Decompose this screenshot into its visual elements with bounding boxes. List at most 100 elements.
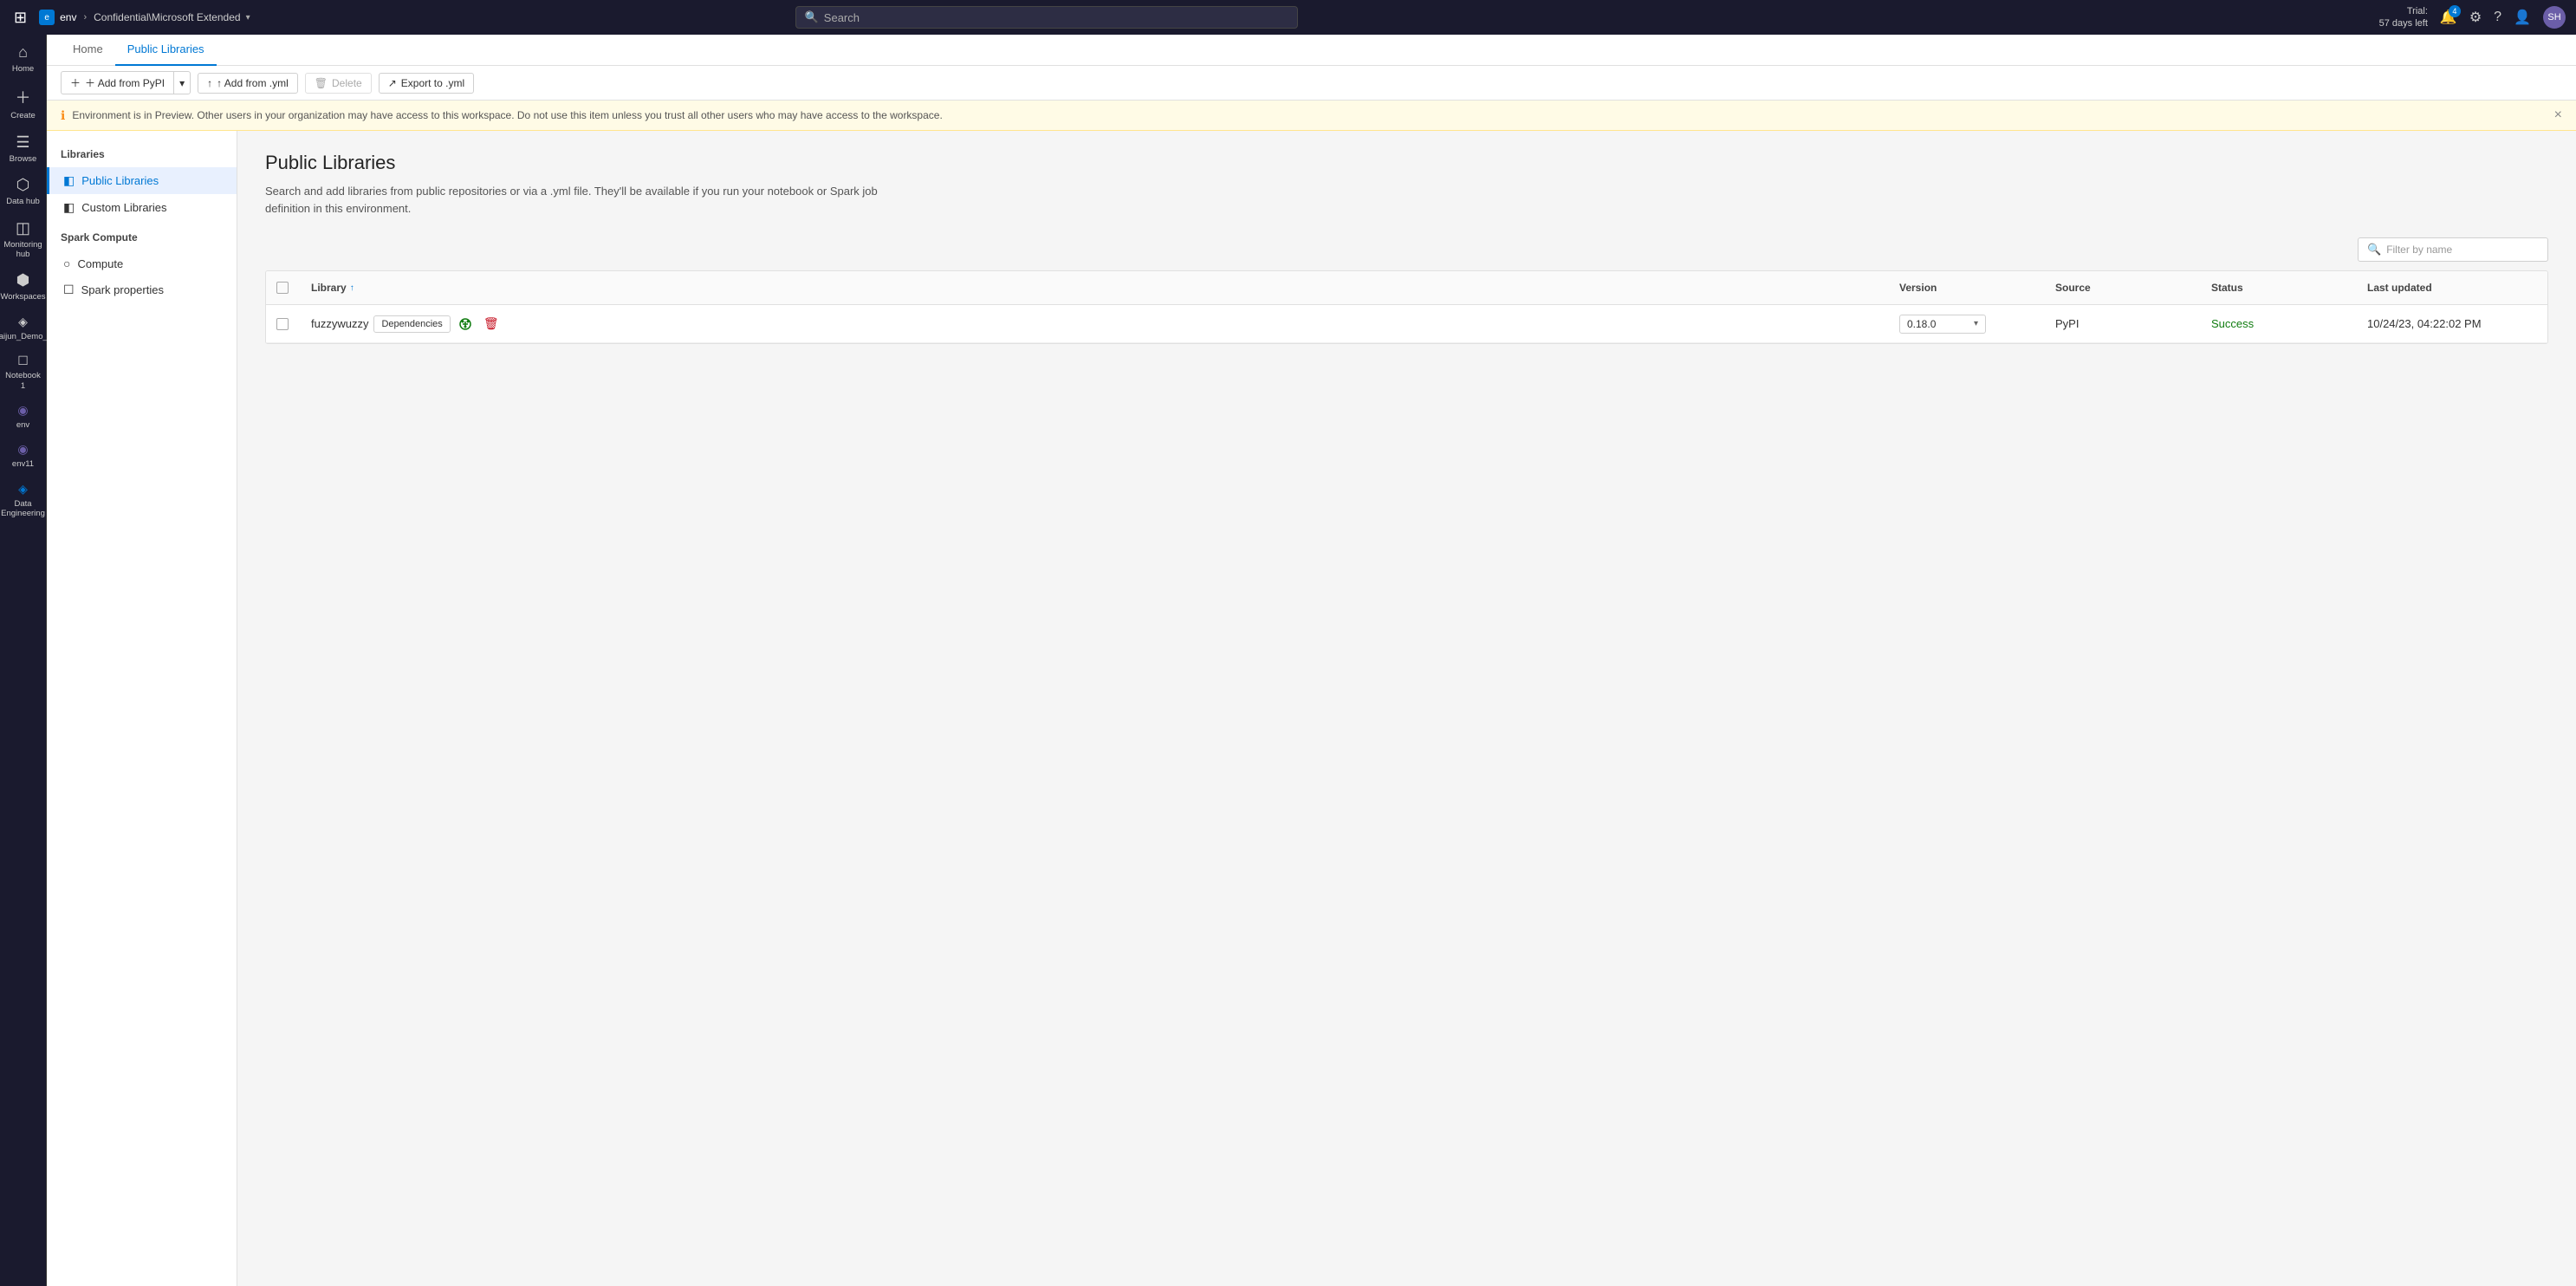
library-col-label: Library (311, 282, 347, 294)
th-library[interactable]: Library ↑ (301, 278, 1889, 297)
settings-icon[interactable]: ⚙ (2469, 9, 2482, 26)
row-source-cell: PyPI (2045, 312, 2201, 335)
sidebar-item-monitoring[interactable]: ◫ Monitoring hub (3, 214, 44, 265)
home-icon: ⌂ (18, 43, 28, 62)
version-select[interactable]: 0.18.0 ▾ (1899, 315, 1986, 334)
delete-library-button[interactable]: 🗑 (480, 313, 503, 335)
tabs-bar: Home Public Libraries (47, 35, 2576, 66)
sidebar-label-monitoring: Monitoring hub (3, 240, 42, 260)
search-input[interactable] (824, 11, 1288, 24)
notification-icon[interactable]: 🔔 4 (2440, 9, 2457, 26)
nav-item-custom-libraries[interactable]: ◧ Custom Libraries (47, 194, 237, 221)
env-nav-icon: ◉ (17, 403, 28, 418)
shuaijun-icon: ◈ (18, 315, 28, 329)
sidebar-label-create: Create (10, 111, 36, 120)
content-area: Home Public Libraries ＋ ＋ Add from PyPI … (47, 35, 2576, 1286)
add-dependency-button[interactable] (454, 313, 477, 335)
page-description: Search and add libraries from public rep… (265, 183, 924, 217)
sidebar-label-home: Home (12, 64, 34, 74)
sidebar-label-datahub: Data hub (6, 197, 40, 206)
sidebar-label-dataeng: Data Engineering (1, 499, 45, 519)
warning-text: Environment is in Preview. Other users i… (72, 109, 942, 121)
custom-libraries-nav-label: Custom Libraries (81, 201, 166, 214)
dependency-add-icon (459, 318, 471, 330)
top-nav-right: Trial: 57 days left 🔔 4 ⚙ ? 👤 SH (2379, 5, 2566, 30)
sidebar-item-workspaces[interactable]: ⬢ Workspaces (3, 266, 44, 307)
add-from-pypi-chevron[interactable]: ▾ (173, 71, 191, 94)
dependencies-button[interactable]: Dependencies (373, 315, 450, 333)
table-toolbar: 🔍 (265, 237, 2548, 262)
grid-icon[interactable]: ⊞ (10, 5, 30, 30)
table-header: Library ↑ Version Source Status (266, 271, 2547, 305)
export-to-yml-button[interactable]: ↗ Export to .yml (379, 73, 474, 94)
tab-home[interactable]: Home (61, 35, 115, 66)
info-icon: ℹ (61, 108, 65, 123)
filter-input-container[interactable]: 🔍 (2358, 237, 2548, 262)
brand-chevron-icon[interactable]: ▾ (246, 13, 250, 23)
nav-item-compute[interactable]: ○ Compute (47, 250, 237, 276)
add-from-pypi-group: ＋ ＋ Add from PyPI ▾ (61, 71, 191, 94)
nav-item-public-libraries[interactable]: ◧ Public Libraries (47, 167, 237, 194)
spark-properties-icon: ☐ (63, 283, 75, 297)
sidebar-label-workspaces: Workspaces (0, 292, 45, 302)
trial-badge: Trial: 57 days left (2379, 5, 2428, 30)
row-version-cell: 0.18.0 ▾ (1889, 309, 2045, 339)
sidebar-item-dataeng[interactable]: ◈ Data Engineering (3, 477, 44, 524)
nav-item-spark-properties[interactable]: ☐ Spark properties (47, 276, 237, 303)
sidebar-item-shuaijun[interactable]: ◈ Shuaijun_Demo_Env (3, 309, 44, 347)
row-checkbox-cell (266, 313, 301, 335)
left-rail: ⌂ Home ＋ Create ☰ Browse ⬡ Data hub ◫ Mo… (0, 35, 47, 1286)
row-actions: Dependencies (373, 313, 502, 335)
th-status: Status (2201, 278, 2357, 297)
browse-icon: ☰ (16, 133, 29, 152)
warning-banner: ℹ Environment is in Preview. Other users… (47, 101, 2576, 131)
delete-button[interactable]: 🗑 Delete (305, 73, 372, 94)
filter-by-name-input[interactable] (2386, 244, 2539, 256)
top-navigation: ⊞ e env › Confidential\Microsoft Extende… (0, 0, 2576, 35)
page-content: Public Libraries Search and add librarie… (237, 131, 2576, 1286)
brand-area[interactable]: e env › Confidential\Microsoft Extended … (39, 10, 250, 25)
delete-icon: 🗑 (315, 77, 328, 89)
avatar[interactable]: SH (2543, 6, 2566, 29)
sidebar-item-create[interactable]: ＋ Create (3, 81, 44, 126)
version-chevron-icon: ▾ (1974, 319, 1978, 328)
filter-icon: 🔍 (2367, 243, 2381, 257)
table-row: fuzzywuzzy Dependencies (266, 305, 2547, 343)
account-icon[interactable]: 👤 (2514, 9, 2531, 26)
library-name: fuzzywuzzy (311, 317, 368, 330)
search-bar[interactable]: 🔍 (795, 6, 1298, 29)
th-checkbox (266, 278, 301, 297)
notification-badge: 4 (2449, 5, 2461, 17)
row-library-cell: fuzzywuzzy Dependencies (301, 308, 1889, 341)
banner-close-button[interactable]: × (2554, 107, 2562, 123)
sidebar-item-env11[interactable]: ◉ env11 (3, 437, 44, 474)
data-table: Library ↑ Version Source Status (265, 270, 2548, 344)
sidebar-label-notebook1: Notebook 1 (4, 371, 42, 391)
libraries-section-title: Libraries (47, 145, 237, 167)
env11-icon: ◉ (17, 442, 28, 457)
public-libraries-nav-icon: ◧ (63, 173, 75, 188)
spark-properties-nav-label: Spark properties (81, 283, 164, 296)
th-version: Version (1889, 278, 2045, 297)
compute-icon: ○ (63, 257, 70, 270)
chevron-down-icon: ▾ (179, 77, 185, 89)
th-source: Source (2045, 278, 2201, 297)
add-from-yml-button[interactable]: ↑ ↑ Add from .yml (198, 73, 298, 94)
custom-libraries-nav-icon: ◧ (63, 200, 75, 215)
sidebar-item-home[interactable]: ⌂ Home (3, 38, 44, 79)
monitoring-icon: ◫ (16, 219, 30, 237)
spark-compute-section-title: Spark Compute (47, 221, 237, 250)
help-icon[interactable]: ? (2494, 10, 2501, 25)
sidebar-item-browse[interactable]: ☰ Browse (3, 128, 44, 169)
select-all-checkbox[interactable] (276, 282, 289, 294)
sidebar-item-env[interactable]: ◉ env (3, 398, 44, 435)
tab-public-libraries[interactable]: Public Libraries (115, 35, 217, 66)
add-from-pypi-button[interactable]: ＋ ＋ Add from PyPI (61, 71, 173, 94)
sidebar-item-datahub[interactable]: ⬡ Data hub (3, 171, 44, 211)
row-checkbox[interactable] (276, 318, 289, 330)
row-lastupdated-cell: 10/24/23, 04:22:02 PM (2357, 312, 2547, 335)
sidebar-item-notebook1[interactable]: ☐ Notebook 1 (3, 348, 44, 396)
datahub-icon: ⬡ (16, 176, 30, 194)
sidebar-label-browse: Browse (10, 154, 37, 164)
library-sort-icon: ↑ (350, 283, 354, 293)
